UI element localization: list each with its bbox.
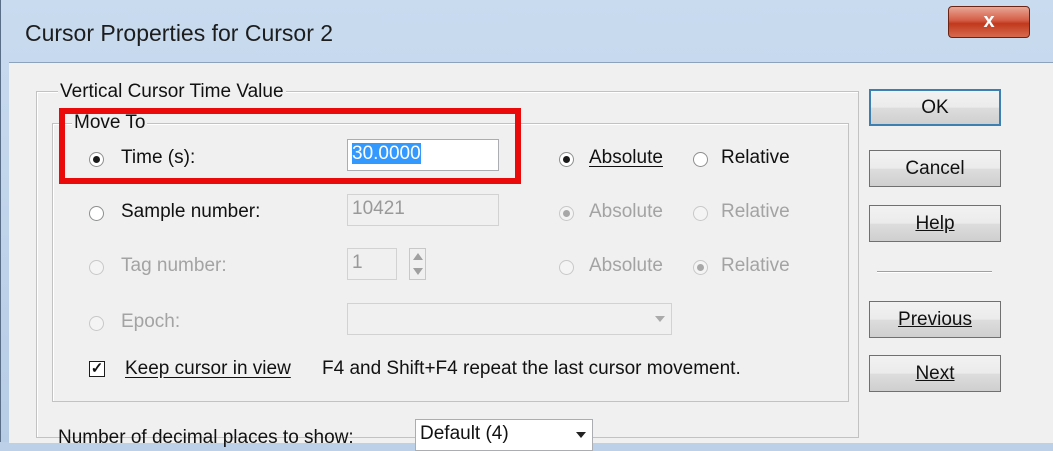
decimal-places-value: Default (4) <box>420 423 509 444</box>
close-button[interactable]: x <box>948 6 1030 38</box>
cancel-button[interactable]: Cancel <box>869 150 1001 187</box>
window-title: Cursor Properties for Cursor 2 <box>25 20 334 46</box>
tag-relative-label: Relative <box>721 255 790 276</box>
tag-value-input[interactable]: 1 <box>347 248 397 280</box>
tag-absolute-radio[interactable] <box>559 260 574 275</box>
tag-absolute-label: Absolute <box>589 255 663 276</box>
sample-value-input[interactable]: 10421 <box>347 194 499 226</box>
tag-relative-radio[interactable] <box>693 260 708 275</box>
sample-relative-label: Relative <box>721 201 790 222</box>
chevron-down-icon[interactable] <box>650 305 670 333</box>
sample-relative-radio[interactable] <box>693 206 708 221</box>
keep-cursor-label: Keep cursor in view <box>125 358 291 379</box>
dialog-window: Cursor Properties for Cursor 2 x Vertica… <box>0 0 1053 451</box>
spin-down-icon[interactable] <box>413 268 423 275</box>
decimal-places-select[interactable]: Default (4) <box>415 419 593 451</box>
sample-absolute-radio[interactable] <box>559 206 574 221</box>
time-relative-label: Relative <box>721 147 790 168</box>
close-icon: x <box>983 10 995 32</box>
previous-button[interactable]: Previous <box>869 301 1001 338</box>
ok-button[interactable]: OK <box>869 89 1001 126</box>
epoch-radio[interactable] <box>89 316 104 331</box>
highlight-frame <box>59 108 521 184</box>
hint-text: F4 and Shift+F4 repeat the last cursor m… <box>322 358 741 379</box>
epoch-select[interactable] <box>347 303 672 335</box>
chevron-down-icon[interactable] <box>571 421 591 449</box>
epoch-label: Epoch: <box>121 311 181 332</box>
time-absolute-radio[interactable] <box>559 152 574 167</box>
decimal-places-label: Number of decimal places to show: <box>58 427 354 448</box>
sample-absolute-label: Absolute <box>589 201 663 222</box>
time-relative-radio[interactable] <box>693 152 708 167</box>
next-button[interactable]: Next <box>869 355 1001 392</box>
help-button[interactable]: Help <box>869 205 1001 242</box>
button-divider <box>877 271 992 273</box>
tag-label: Tag number: <box>121 255 227 276</box>
spin-up-icon[interactable] <box>413 253 423 260</box>
sample-label: Sample number: <box>121 201 261 222</box>
tag-spinner[interactable] <box>409 248 426 280</box>
sample-radio[interactable] <box>89 206 104 221</box>
vertical-cursor-group-legend: Vertical Cursor Time Value <box>58 81 286 103</box>
keep-cursor-checkbox[interactable]: ✓ <box>89 361 105 377</box>
time-absolute-label: Absolute <box>589 147 663 168</box>
tag-radio[interactable] <box>89 260 104 275</box>
